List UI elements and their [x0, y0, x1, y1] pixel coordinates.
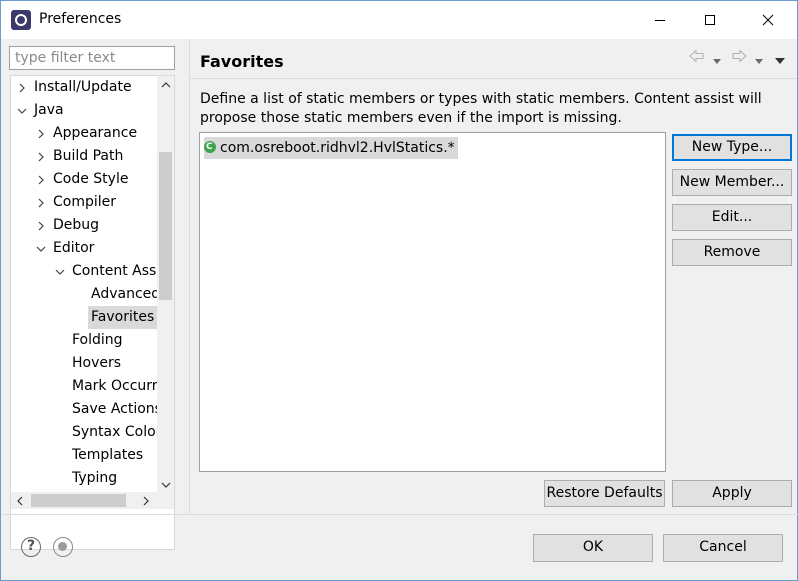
remove-button[interactable]: Remove: [672, 239, 792, 266]
window-title: Preferences: [39, 11, 122, 27]
tree-vertical-scrollbar[interactable]: [157, 76, 174, 494]
preferences-navigation: Install/Update Java Appearance Build Path Co…: [2, 39, 184, 550]
back-arrow-icon[interactable]: [689, 49, 705, 67]
page-title: Favorites: [200, 52, 284, 71]
close-button[interactable]: [745, 1, 791, 39]
tree-item-label: Appearance: [53, 125, 138, 141]
minimize-icon: [655, 20, 665, 21]
forward-dropdown-icon[interactable]: [755, 53, 763, 69]
class-icon: [204, 136, 216, 158]
tree-item-label: Hovers: [72, 355, 122, 371]
history-navigation: [687, 49, 791, 67]
chevron-right-icon[interactable]: [34, 168, 48, 191]
list-item[interactable]: com.osreboot.ridhvl2.HvlStatics.*: [204, 136, 458, 159]
chevron-right-icon[interactable]: [34, 214, 48, 237]
tree-item-label: Editor: [53, 240, 95, 256]
forward-arrow-icon[interactable]: [731, 49, 747, 67]
tree-item-label: Favorites: [88, 306, 158, 329]
tree-item-label: Typing: [72, 470, 118, 486]
scroll-left-icon[interactable]: [11, 492, 28, 509]
tree-item-label: Syntax Color: [72, 424, 162, 440]
chevron-down-icon[interactable]: [34, 237, 48, 260]
help-icon[interactable]: ?: [21, 537, 41, 557]
favorite-label: com.osreboot.ridhvl2.HvlStatics.*: [220, 140, 455, 156]
tree-item-label: Compiler: [53, 194, 117, 210]
tree-item-label: Advanced: [91, 286, 161, 302]
tree-item-label: Build Path: [53, 148, 124, 164]
tree-item-label: Install/Update: [34, 79, 132, 95]
new-member-button[interactable]: New Member...: [672, 169, 792, 196]
cancel-button[interactable]: Cancel: [663, 534, 783, 562]
chevron-right-icon[interactable]: [34, 122, 48, 145]
view-menu-icon[interactable]: [775, 53, 785, 69]
back-dropdown-icon[interactable]: [713, 53, 721, 69]
scroll-right-icon[interactable]: [137, 492, 154, 509]
tree-item-label: Folding: [72, 332, 123, 348]
title-bar: Preferences: [1, 1, 797, 39]
chevron-down-icon[interactable]: [15, 99, 29, 122]
header-separator: [190, 78, 797, 79]
tree-item-label: Templates: [72, 447, 144, 463]
chevron-right-icon[interactable]: [34, 145, 48, 168]
chevron-right-icon[interactable]: [34, 191, 48, 214]
tree-item-label: Content Assi: [72, 263, 161, 279]
chevron-right-icon[interactable]: [15, 76, 29, 99]
maximize-button[interactable]: [687, 1, 733, 39]
ok-button[interactable]: OK: [533, 534, 653, 562]
minimize-button[interactable]: [637, 1, 683, 39]
tree-horizontal-scrollbar[interactable]: [11, 492, 174, 509]
apply-button[interactable]: Apply: [672, 480, 792, 507]
tree-item-label: Code Style: [53, 171, 129, 187]
vertical-scroll-thumb[interactable]: [159, 152, 172, 300]
record-macro-icon[interactable]: [53, 537, 73, 557]
maximize-icon: [705, 15, 715, 25]
horizontal-scroll-thumb[interactable]: [31, 494, 126, 507]
tree-item-label: Debug: [53, 217, 100, 233]
restore-defaults-button[interactable]: Restore Defaults: [544, 480, 665, 507]
eclipse-app-icon: [11, 10, 31, 30]
favorites-list[interactable]: com.osreboot.ridhvl2.HvlStatics.*: [199, 132, 666, 472]
edit-button[interactable]: Edit...: [672, 204, 792, 231]
tree-item-label: Java: [34, 102, 64, 118]
chevron-down-icon[interactable]: [53, 260, 67, 283]
close-icon: [762, 14, 774, 26]
scroll-up-icon[interactable]: [157, 76, 174, 93]
tree-item-label: Mark Occurre: [72, 378, 166, 394]
preferences-tree: Install/Update Java Appearance Build Path Co…: [10, 75, 175, 550]
filter-input[interactable]: [9, 46, 175, 70]
preferences-window: Preferences Install/Update Java Appearance…: [0, 0, 798, 581]
tree-item-label: Save Actions: [72, 401, 162, 417]
new-type-button[interactable]: New Type...: [672, 134, 792, 161]
page-description: Define a list of static members or types…: [200, 91, 762, 126]
footer-separator: [2, 514, 798, 515]
panel-divider[interactable]: [189, 39, 190, 515]
scroll-down-icon[interactable]: [157, 476, 174, 493]
